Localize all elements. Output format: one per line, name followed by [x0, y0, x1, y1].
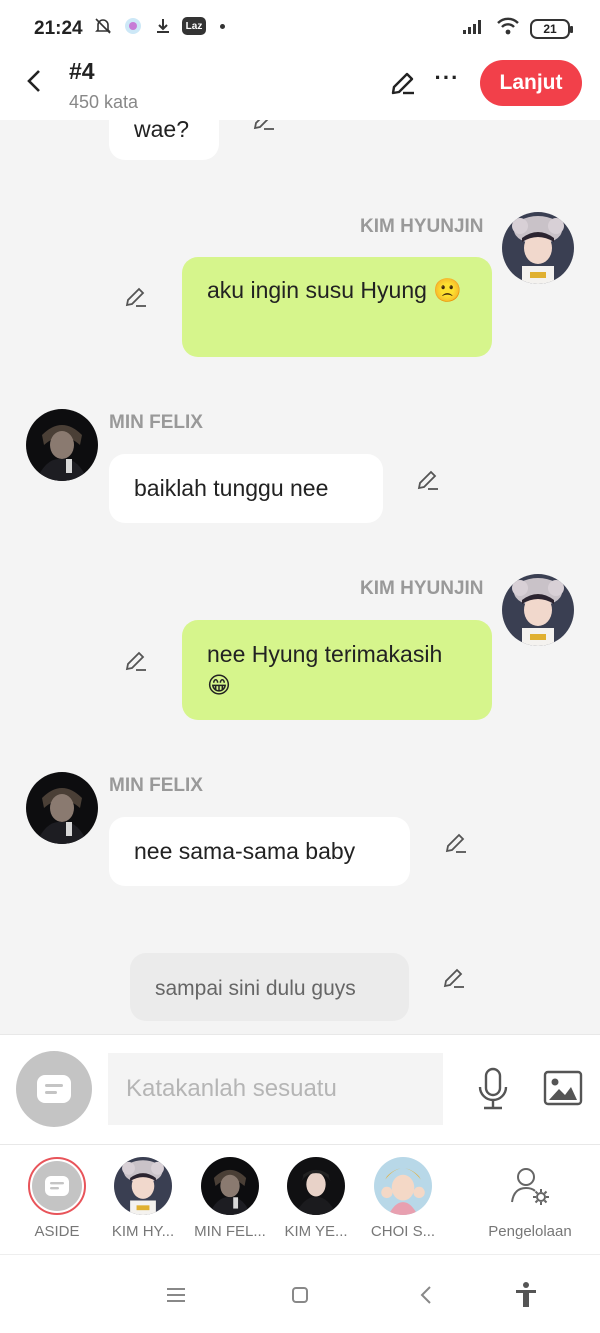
- page-title: #4: [69, 58, 95, 84]
- character-label: KIM HY...: [111, 1223, 175, 1240]
- avatar-min-felix[interactable]: [26, 409, 98, 481]
- message-bubble[interactable]: nee Hyung terimakasih 😁: [182, 620, 492, 720]
- message-input[interactable]: [108, 1053, 443, 1125]
- chat-area: wae? KIM HYUNJIN aku ingin susu Hyung 🙁 …: [0, 120, 600, 1034]
- pencil-icon: [253, 120, 274, 130]
- menu-button[interactable]: [162, 1281, 190, 1309]
- edit-message-button[interactable]: [442, 829, 470, 857]
- back-triangle-icon: [420, 1286, 431, 1304]
- next-button[interactable]: Lanjut: [480, 60, 582, 106]
- speaker-name: KIM HYUNJIN: [360, 216, 484, 237]
- edit-message-button[interactable]: [250, 120, 278, 134]
- speaker-name: MIN FELIX: [109, 775, 203, 796]
- edit-message-button[interactable]: [122, 647, 150, 675]
- message-bubble[interactable]: aku ingin susu Hyung 🙁: [182, 257, 492, 357]
- manage-characters-button[interactable]: Pengelolaan: [484, 1157, 576, 1240]
- system-nav-bar: [0, 1254, 600, 1333]
- aside-toggle-button[interactable]: [16, 1051, 92, 1127]
- character-kim-ye[interactable]: KIM YE...: [273, 1157, 359, 1240]
- download-icon: [152, 15, 174, 37]
- character-label: CHOI S...: [370, 1223, 436, 1240]
- status-bar: 21:24 Laz 21: [0, 0, 600, 56]
- accessibility-button[interactable]: [512, 1281, 540, 1309]
- character-kim-hyunjin[interactable]: KIM HY...: [100, 1157, 186, 1240]
- pencil-icon: [391, 72, 414, 95]
- speaker-name: MIN FELIX: [109, 412, 203, 433]
- editor-header: #4 450 kata ··· Lanjut: [0, 56, 600, 120]
- more-options-button[interactable]: ···: [432, 66, 462, 96]
- back-button[interactable]: [20, 66, 50, 96]
- pencil-icon: [417, 470, 438, 490]
- character-min-felix[interactable]: MIN FEL...: [187, 1157, 273, 1240]
- app-notification-icon: [122, 15, 144, 37]
- character-label: MIN FEL...: [194, 1223, 266, 1240]
- pencil-icon: [125, 287, 146, 307]
- edit-title-button[interactable]: [388, 68, 418, 98]
- user-settings-icon: [511, 1168, 549, 1205]
- edit-message-button[interactable]: [122, 283, 150, 311]
- message-bubble-partial[interactable]: wae?: [109, 120, 219, 160]
- aside-icon: [45, 1176, 69, 1196]
- microphone-icon: [478, 1067, 508, 1110]
- signal-icon: [462, 17, 486, 40]
- manage-label: Pengelolaan: [488, 1223, 572, 1240]
- avatar: [374, 1157, 432, 1215]
- edit-message-button[interactable]: [440, 964, 468, 992]
- home-square-icon: [292, 1287, 308, 1303]
- aside-icon: [37, 1075, 71, 1103]
- speaker-name: KIM HYUNJIN: [360, 578, 484, 599]
- bell-off-icon: [92, 15, 114, 37]
- aside-avatar: [28, 1157, 86, 1215]
- pencil-icon: [445, 833, 466, 853]
- message-input-bar: [0, 1034, 600, 1144]
- lazada-icon: Laz: [182, 17, 206, 35]
- image-icon: [543, 1070, 583, 1106]
- avatar: [114, 1157, 172, 1215]
- chevron-left-icon: [27, 70, 40, 92]
- avatar: [287, 1157, 345, 1215]
- character-aside[interactable]: ASIDE: [14, 1157, 100, 1240]
- pencil-icon: [443, 968, 464, 988]
- image-button[interactable]: [542, 1069, 584, 1107]
- pencil-icon: [125, 651, 146, 671]
- avatar-kim-hyunjin[interactable]: [502, 574, 574, 646]
- message-bubble[interactable]: nee sama-sama baby: [109, 817, 410, 886]
- wifi-icon: [496, 16, 520, 41]
- status-time: 21:24: [34, 18, 83, 39]
- more-notifications-dot: [220, 23, 225, 29]
- aside-bubble[interactable]: sampai sini dulu guys: [130, 953, 409, 1021]
- avatar: [201, 1157, 259, 1215]
- menu-icon: [167, 1288, 185, 1302]
- home-button[interactable]: [286, 1281, 314, 1309]
- accessibility-icon: [516, 1282, 536, 1307]
- word-count: 450 kata: [69, 92, 139, 112]
- character-bar: ASIDE KIM HY... MIN FEL... KIM YE... CHO…: [0, 1144, 600, 1254]
- character-label: KIM YE...: [284, 1223, 348, 1240]
- microphone-button[interactable]: [474, 1067, 512, 1111]
- avatar-kim-hyunjin[interactable]: [502, 212, 574, 284]
- character-label: ASIDE: [34, 1223, 80, 1240]
- edit-message-button[interactable]: [414, 466, 442, 494]
- nav-back-button[interactable]: [412, 1281, 440, 1309]
- avatar-min-felix[interactable]: [26, 772, 98, 844]
- message-bubble[interactable]: baiklah tunggu nee: [109, 454, 383, 523]
- battery-icon: 21: [530, 18, 573, 39]
- character-choi-s[interactable]: CHOI S...: [360, 1157, 446, 1240]
